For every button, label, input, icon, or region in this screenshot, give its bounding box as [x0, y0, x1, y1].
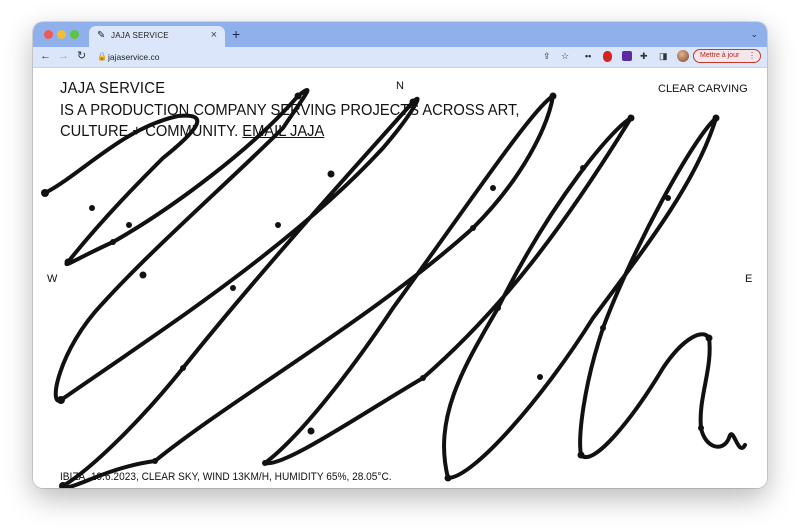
lock-icon[interactable]: 🔒 — [97, 52, 107, 62]
reload-icon[interactable]: ↻ — [77, 50, 86, 63]
back-arrow-icon[interactable]: ← — [40, 50, 51, 63]
side-panel-icon[interactable]: ◨ — [659, 51, 668, 62]
star-icon[interactable]: ☆ — [561, 51, 569, 62]
close-window-button[interactable] — [44, 30, 53, 39]
compass-east: E — [745, 273, 753, 285]
web-page: JAJA SERVICE IS A PRODUCTION COMPANY SER… — [33, 68, 767, 488]
more-menu-icon[interactable]: ⋮ — [748, 50, 756, 62]
browser-toolbar: ← → ↻ 🔒 jajaservice.co ⇪ ☆ •• ✚ ◨ Mettre… — [33, 47, 767, 68]
clear-carving-button[interactable]: CLEAR CARVING — [658, 83, 748, 95]
company-tagline: IS A PRODUCTION COMPANY SERVING PROJECTS… — [60, 100, 575, 142]
extensions-puzzle-icon[interactable]: ✚ — [640, 51, 648, 62]
compass-north: N — [396, 80, 404, 92]
browser-window: ✎ JAJA SERVICE × + ⌄ ← → ↻ 🔒 jajaservice… — [33, 22, 767, 488]
update-button-label: Mettre à jour — [700, 52, 740, 59]
scribble-stroke — [43, 88, 747, 488]
extension-dots-icon[interactable]: •• — [585, 51, 591, 62]
minimize-window-button[interactable] — [57, 30, 66, 39]
forward-arrow-icon[interactable]: → — [58, 50, 69, 63]
maximize-window-button[interactable] — [70, 30, 79, 39]
tab-close-icon[interactable]: × — [211, 29, 217, 41]
weather-info: IBIZA, 19.6.2023, CLEAR SKY, WIND 13KM/H… — [60, 471, 392, 483]
purple-extension-icon[interactable] — [622, 51, 632, 61]
update-button[interactable]: Mettre à jour ⋮ — [693, 49, 761, 63]
brand-name: JAJA SERVICE — [60, 80, 166, 97]
profile-avatar[interactable] — [677, 50, 689, 62]
favicon-icon: ✎ — [97, 30, 106, 41]
address-bar[interactable]: jajaservice.co — [108, 52, 160, 62]
tab-title: JAJA SERVICE — [111, 31, 169, 40]
tab-search-icon[interactable]: ⌄ — [750, 29, 758, 39]
tab-jaja-service[interactable]: ✎ JAJA SERVICE × — [89, 26, 225, 47]
email-jaja-link[interactable]: EMAIL JAJA — [242, 123, 324, 140]
new-tab-button[interactable]: + — [232, 27, 240, 41]
opera-extension-icon[interactable] — [603, 51, 612, 62]
tab-strip: ✎ JAJA SERVICE × + ⌄ — [33, 22, 767, 47]
compass-south: S — [396, 487, 403, 488]
share-icon[interactable]: ⇪ — [543, 51, 551, 62]
compass-west: W — [47, 273, 58, 285]
